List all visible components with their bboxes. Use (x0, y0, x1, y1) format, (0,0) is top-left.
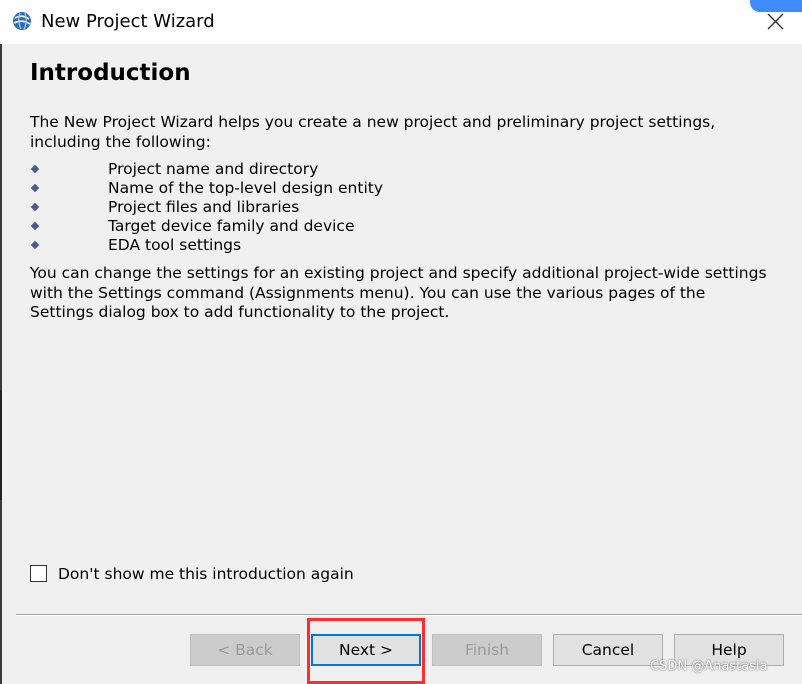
bullet-icon (30, 202, 40, 212)
window-title: New Project Wizard (41, 11, 215, 32)
bullet-icon (30, 240, 40, 250)
button-divider (16, 614, 802, 616)
dont-show-label[interactable]: Don't show me this introduction again (58, 565, 354, 584)
watermark-text: CSDN @Anastasia (650, 659, 768, 674)
list-item-label: Target device family and device (108, 217, 355, 235)
window-edge (0, 44, 2, 684)
bullet-icon (30, 164, 40, 174)
list-item: EDA tool settings (30, 236, 383, 255)
list-item-label: Project files and libraries (108, 198, 300, 216)
list-item: Name of the top-level design entity (30, 179, 383, 198)
intro-paragraph: The New Project Wizard helps you create … (30, 113, 716, 151)
cancel-button[interactable]: Cancel (553, 634, 663, 666)
page-heading: Introduction (30, 60, 191, 86)
finish-button[interactable]: Finish (432, 634, 542, 666)
close-icon (767, 13, 784, 30)
back-button[interactable]: < Back (190, 634, 300, 666)
list-item-label: Project name and directory (108, 160, 319, 178)
bullet-icon (30, 221, 40, 231)
title-bar: New Project Wizard (0, 0, 802, 44)
list-item: Project name and directory (30, 160, 383, 179)
window-edge-dark (0, 390, 2, 500)
list-item-label: EDA tool settings (108, 236, 242, 254)
close-button[interactable] (748, 0, 802, 44)
closing-paragraph: You can change the settings for an exist… (30, 264, 767, 321)
list-item: Target device family and device (30, 217, 383, 236)
bullet-icon (30, 183, 40, 193)
feature-list: Project name and directory Name of the t… (30, 160, 383, 255)
globe-icon (11, 10, 33, 32)
list-item-label: Name of the top-level design entity (108, 179, 384, 197)
list-item: Project files and libraries (30, 198, 383, 217)
next-button[interactable]: Next > (311, 634, 421, 666)
dont-show-checkbox[interactable] (30, 565, 47, 582)
